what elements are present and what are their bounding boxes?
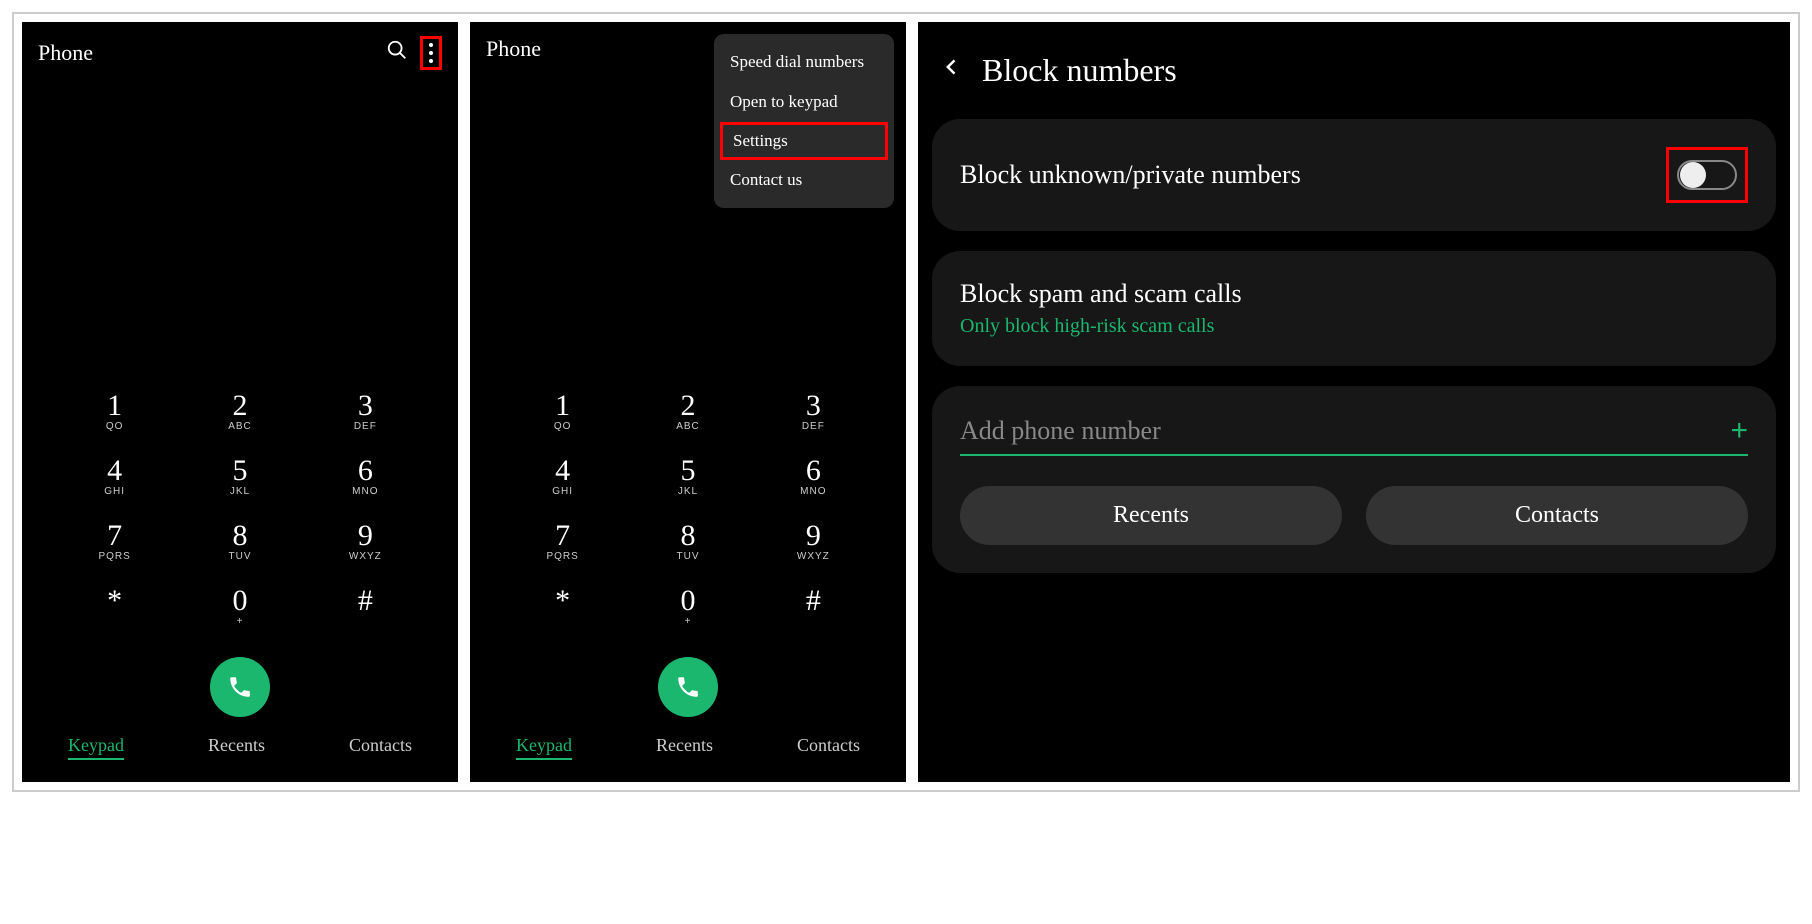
key-4[interactable]: 4GHI (533, 456, 593, 497)
key-5[interactable]: 5JKL (210, 456, 270, 497)
key-1[interactable]: 1QO (533, 391, 593, 432)
key-star[interactable]: * (533, 586, 593, 627)
add-phone-input[interactable]: Add phone number (960, 416, 1161, 446)
key-hash[interactable]: # (335, 586, 395, 627)
key-8[interactable]: 8TUV (210, 521, 270, 562)
key-3[interactable]: 3DEF (335, 391, 395, 432)
key-8[interactable]: 8TUV (658, 521, 718, 562)
key-1[interactable]: 1QO (85, 391, 145, 432)
key-0[interactable]: 0+ (210, 586, 270, 627)
overflow-menu: Speed dial numbers Open to keypad Settin… (714, 34, 894, 208)
call-button[interactable] (210, 657, 270, 717)
key-star[interactable]: * (85, 586, 145, 627)
key-3[interactable]: 3DEF (783, 391, 843, 432)
key-4[interactable]: 4GHI (85, 456, 145, 497)
block-spam-sublabel: Only block high-risk scam calls (960, 315, 1748, 338)
screen-block-numbers: Block numbers Block unknown/private numb… (918, 22, 1790, 782)
key-7[interactable]: 7PQRS (533, 521, 593, 562)
key-2[interactable]: 2ABC (210, 391, 270, 432)
add-icon[interactable]: + (1718, 414, 1748, 448)
screen-dialer-menu: Phone Speed dial numbers Open to keypad … (470, 22, 906, 782)
key-7[interactable]: 7PQRS (85, 521, 145, 562)
key-hash[interactable]: # (783, 586, 843, 627)
card-block-spam[interactable]: Block spam and scam calls Only block hig… (932, 251, 1776, 366)
key-6[interactable]: 6MNO (335, 456, 395, 497)
key-2[interactable]: 2ABC (658, 391, 718, 432)
tab-contacts[interactable]: Contacts (797, 735, 860, 760)
block-unknown-label: Block unknown/private numbers (960, 160, 1301, 190)
tab-keypad[interactable]: Keypad (68, 735, 124, 760)
menu-open-keypad[interactable]: Open to keypad (714, 82, 894, 122)
tutorial-three-screens: Phone 1QO 2ABC 3DEF 4GHI 5JKL 6MNO 7PQRS… (12, 12, 1800, 792)
block-unknown-toggle-highlight (1666, 147, 1748, 203)
key-5[interactable]: 5JKL (658, 456, 718, 497)
menu-settings[interactable]: Settings (720, 122, 888, 160)
overflow-menu-icon[interactable] (420, 36, 442, 70)
block-spam-label: Block spam and scam calls (960, 279, 1748, 309)
back-icon[interactable] (942, 52, 962, 89)
key-6[interactable]: 6MNO (783, 456, 843, 497)
card-add-number: Add phone number + Recents Contacts (932, 386, 1776, 573)
key-9[interactable]: 9WXYZ (783, 521, 843, 562)
page-title: Block numbers (982, 52, 1177, 89)
card-block-unknown: Block unknown/private numbers (932, 119, 1776, 231)
block-unknown-toggle[interactable] (1677, 160, 1737, 190)
contacts-button[interactable]: Contacts (1366, 486, 1748, 545)
app-title: Phone (38, 40, 386, 66)
screen-dialer: Phone 1QO 2ABC 3DEF 4GHI 5JKL 6MNO 7PQRS… (22, 22, 458, 782)
tab-recents[interactable]: Recents (656, 735, 713, 760)
key-9[interactable]: 9WXYZ (335, 521, 395, 562)
call-button[interactable] (658, 657, 718, 717)
recents-button[interactable]: Recents (960, 486, 1342, 545)
menu-speed-dial[interactable]: Speed dial numbers (714, 42, 894, 82)
menu-contact-us[interactable]: Contact us (714, 160, 894, 200)
keypad: 1QO 2ABC 3DEF 4GHI 5JKL 6MNO 7PQRS 8TUV … (470, 391, 906, 643)
key-0[interactable]: 0+ (658, 586, 718, 627)
keypad: 1QO 2ABC 3DEF 4GHI 5JKL 6MNO 7PQRS 8TUV … (22, 391, 458, 643)
tab-recents[interactable]: Recents (208, 735, 265, 760)
tab-keypad[interactable]: Keypad (516, 735, 572, 760)
search-icon[interactable] (386, 39, 408, 67)
tab-contacts[interactable]: Contacts (349, 735, 412, 760)
